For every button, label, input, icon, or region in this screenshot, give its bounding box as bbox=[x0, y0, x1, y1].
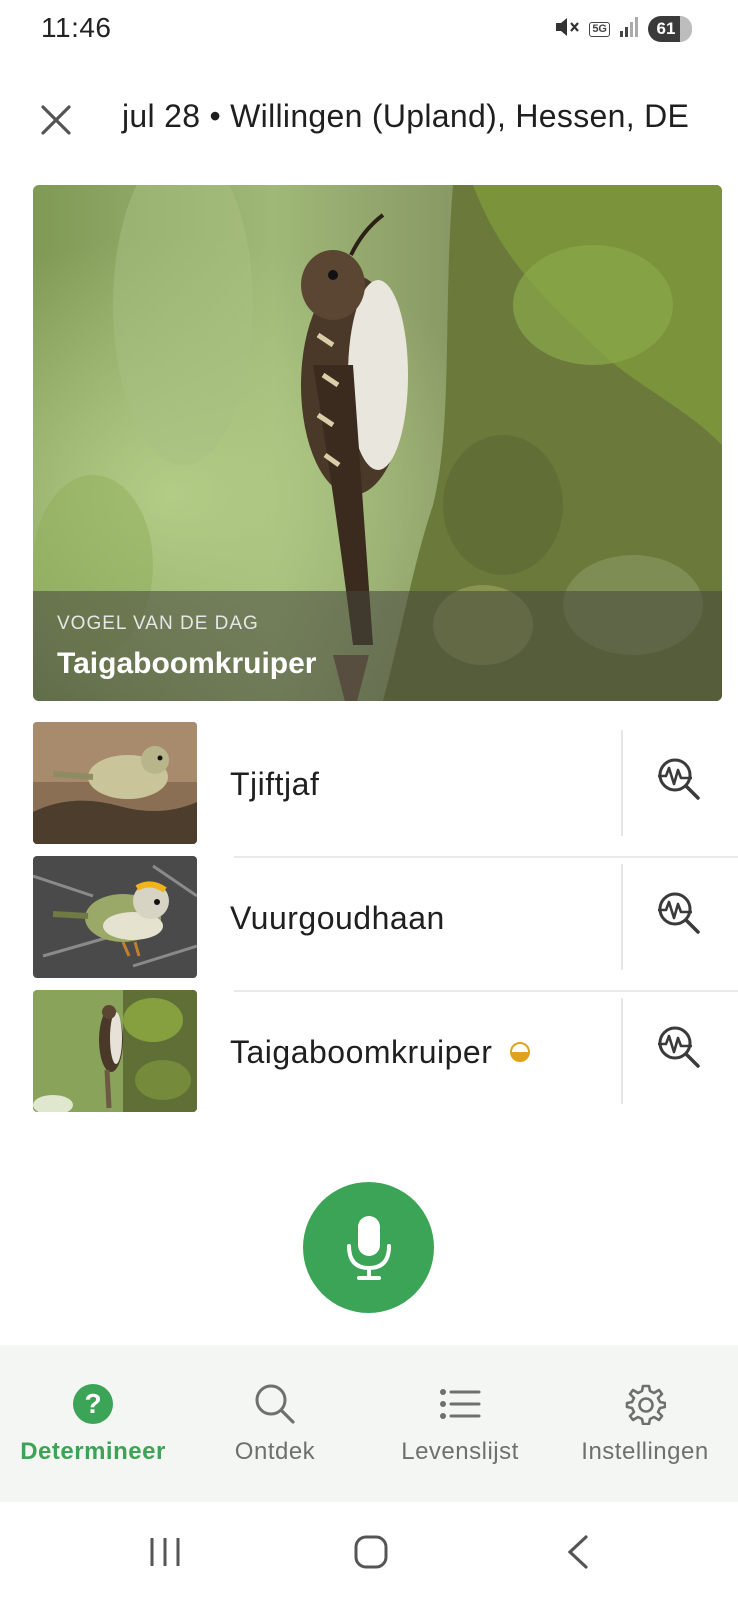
status-bar: 11:46 5G 61 bbox=[0, 0, 738, 58]
home-icon bbox=[354, 1535, 388, 1569]
divider bbox=[621, 998, 623, 1104]
home-button[interactable] bbox=[341, 1532, 401, 1572]
status-icons: 5G 61 bbox=[554, 14, 692, 44]
sound-search-icon bbox=[658, 758, 700, 800]
recent-apps-button[interactable] bbox=[135, 1532, 195, 1572]
mute-icon bbox=[554, 15, 580, 44]
back-icon bbox=[567, 1535, 588, 1569]
system-navigation-bar bbox=[0, 1502, 738, 1600]
battery-indicator: 61 bbox=[648, 16, 692, 42]
list-item[interactable]: Taigaboomkruiper bbox=[0, 990, 738, 1124]
sound-search-icon bbox=[658, 892, 700, 934]
bird-name[interactable]: Vuurgoudhaan bbox=[230, 900, 445, 937]
bird-name[interactable]: Tjiftjaf bbox=[230, 766, 319, 803]
bird-of-the-day-card[interactable]: VOGEL VAN DE DAG Taigaboomkruiper bbox=[33, 185, 722, 701]
recent-apps-icon bbox=[150, 1538, 180, 1566]
nav-label: Determineer bbox=[20, 1438, 166, 1465]
partial-observation-badge-icon bbox=[510, 1041, 531, 1062]
sound-search-icon bbox=[658, 1026, 700, 1068]
status-time: 11:46 bbox=[41, 12, 112, 43]
nav-determineer[interactable]: ? Determineer bbox=[8, 1345, 178, 1502]
nav-label: Levenslijst bbox=[401, 1438, 519, 1465]
bird-thumbnail bbox=[33, 856, 197, 978]
hero-caption-overlay bbox=[33, 591, 722, 701]
divider bbox=[621, 864, 623, 970]
help-icon: ? bbox=[71, 1382, 115, 1426]
sound-analysis-button[interactable] bbox=[652, 752, 706, 806]
bird-name[interactable]: Taigaboomkruiper bbox=[230, 1034, 531, 1071]
nav-label: Instellingen bbox=[581, 1438, 709, 1465]
gear-icon bbox=[623, 1382, 667, 1426]
date-location-title: jul 28 • Willingen (Upland), Hessen, DE bbox=[122, 98, 690, 134]
sound-analysis-button[interactable] bbox=[652, 886, 706, 940]
bottom-navigation: ? Determineer Ontdek Levenslijst Instell… bbox=[0, 1345, 738, 1502]
back-button[interactable] bbox=[548, 1532, 608, 1572]
list-icon bbox=[438, 1382, 482, 1426]
close-icon bbox=[41, 105, 71, 135]
signal-icon bbox=[619, 16, 639, 43]
header: jul 28 • Willingen (Upland), Hessen, DE bbox=[0, 78, 738, 158]
network-type: 5G bbox=[589, 21, 610, 37]
hero-kicker: VOGEL VAN DE DAG bbox=[57, 613, 259, 634]
search-icon bbox=[253, 1382, 297, 1426]
bird-thumbnail bbox=[33, 722, 197, 844]
nav-ontdek[interactable]: Ontdek bbox=[195, 1345, 355, 1502]
nav-label: Ontdek bbox=[234, 1438, 316, 1465]
sound-analysis-button[interactable] bbox=[652, 1020, 706, 1074]
record-sound-button[interactable] bbox=[303, 1182, 434, 1313]
list-item[interactable]: Vuurgoudhaan bbox=[0, 856, 738, 990]
microphone-icon bbox=[346, 1215, 391, 1280]
nav-instellingen[interactable]: Instellingen bbox=[560, 1345, 730, 1502]
divider bbox=[621, 730, 623, 836]
bird-thumbnail bbox=[33, 990, 197, 1112]
nav-levenslijst[interactable]: Levenslijst bbox=[380, 1345, 540, 1502]
list-item[interactable]: Tjiftjaf bbox=[0, 722, 738, 856]
hero-title: Taigaboomkruiper bbox=[57, 647, 317, 680]
close-button[interactable] bbox=[32, 96, 80, 144]
